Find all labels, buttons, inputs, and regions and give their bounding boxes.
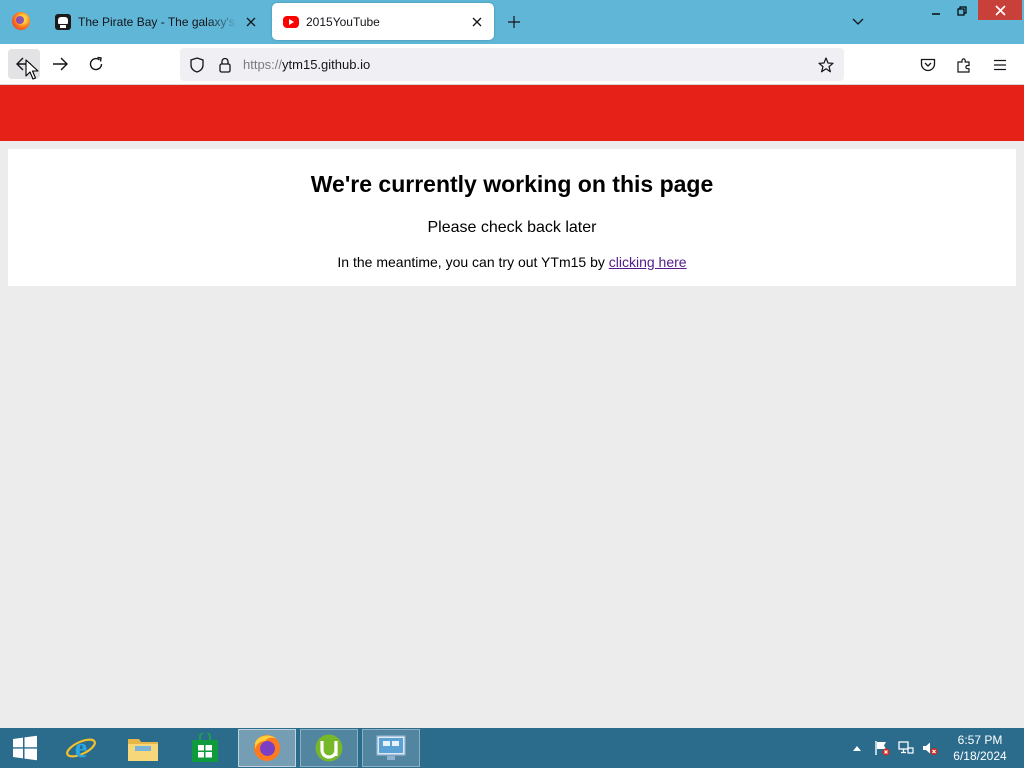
close-icon [472, 17, 482, 26]
tab-title: The Pirate Bay - The galaxy's most resil… [78, 14, 239, 29]
arrow-right-icon [53, 57, 68, 71]
show-hidden-icons-button[interactable] [848, 728, 866, 768]
notice-card: We're currently working on this page Ple… [8, 149, 1016, 286]
page-content: We're currently working on this page Ple… [0, 141, 1024, 728]
chevron-down-icon [852, 18, 864, 25]
firefox-view-button[interactable] [0, 0, 42, 42]
svg-text:e: e [75, 733, 87, 764]
windows-logo-icon [13, 735, 37, 761]
start-button[interactable] [0, 728, 50, 768]
plus-icon [508, 16, 520, 28]
internet-explorer-icon: e [66, 733, 96, 764]
meantime-message: In the meantime, you can try out YTm15 b… [8, 254, 1016, 270]
taskbar: e 6:57 PM 6/18/2024 [0, 728, 1024, 768]
site-security-lock-icon[interactable] [215, 55, 235, 75]
lock-icon [219, 57, 231, 73]
close-window-button[interactable] [978, 0, 1022, 20]
speaker-muted-icon [923, 742, 938, 755]
remote-desktop-taskbar-button[interactable] [362, 729, 420, 767]
firefox-icon [12, 12, 30, 30]
volume-tray-icon[interactable] [920, 728, 940, 768]
action-center-tray-icon[interactable] [872, 728, 892, 768]
close-icon [994, 4, 1006, 16]
star-icon [818, 57, 834, 73]
url-text[interactable]: https://ytm15.github.io [243, 57, 370, 72]
clock-time: 6:57 PM [957, 733, 1003, 747]
firefox-taskbar-button[interactable] [238, 729, 296, 767]
new-tab-button[interactable] [502, 10, 526, 34]
network-tray-icon[interactable] [896, 728, 916, 768]
url-bar[interactable]: https://ytm15.github.io [180, 48, 844, 81]
remote-desktop-icon [376, 735, 406, 760]
shield-icon [190, 57, 204, 73]
pocket-button[interactable] [916, 53, 940, 77]
tab-pirate-bay[interactable]: The Pirate Bay - The galaxy's most resil… [44, 3, 268, 40]
firefox-icon [254, 735, 280, 761]
close-tab-button[interactable] [465, 10, 489, 34]
chevron-up-icon [853, 745, 861, 751]
clicking-here-link[interactable]: clicking here [609, 254, 687, 270]
utorrent-icon [315, 734, 343, 762]
tab-title: 2015YouTube [306, 14, 380, 29]
navigation-toolbar: https://ytm15.github.io [0, 44, 1024, 85]
tab-strip: The Pirate Bay - The galaxy's most resil… [0, 0, 1024, 44]
application-menu-button[interactable] [988, 53, 1012, 77]
reload-icon [89, 56, 103, 71]
store-icon [192, 733, 218, 762]
page-heading: We're currently working on this page [310, 171, 714, 197]
system-clock[interactable]: 6:57 PM 6/18/2024 [944, 732, 1016, 764]
restore-button[interactable] [944, 0, 980, 22]
bookmark-star-button[interactable] [816, 55, 836, 75]
extensions-button[interactable] [952, 53, 976, 77]
meantime-text: In the meantime, you can try out YTm15 b… [337, 254, 609, 270]
tab-2015youtube[interactable]: 2015YouTube [272, 3, 494, 40]
restore-icon [957, 6, 967, 16]
forward-button[interactable] [44, 49, 76, 79]
minimize-icon [932, 13, 940, 15]
site-header-bar [0, 85, 1024, 141]
url-host: ytm15.github.io [282, 57, 371, 72]
tracking-protection-shield-icon[interactable] [187, 55, 207, 75]
close-icon [246, 17, 256, 26]
url-scheme: https:// [243, 57, 283, 72]
internet-explorer-taskbar-button[interactable]: e [52, 729, 110, 767]
pocket-icon [920, 58, 936, 72]
hamburger-menu-icon [994, 59, 1006, 71]
reload-button[interactable] [80, 49, 112, 79]
puzzle-piece-icon [957, 58, 970, 73]
list-all-tabs-button[interactable] [846, 10, 870, 34]
page-subheading: Please check back later [427, 219, 597, 236]
utorrent-taskbar-button[interactable] [300, 729, 358, 767]
close-tab-button[interactable] [239, 10, 263, 34]
file-explorer-taskbar-button[interactable] [114, 729, 172, 767]
youtube-icon [283, 15, 299, 28]
flag-warning-icon [875, 741, 890, 756]
pirate-ship-icon [55, 13, 71, 30]
file-explorer-icon [128, 739, 158, 761]
mouse-cursor-icon [25, 59, 39, 80]
clock-date: 6/18/2024 [953, 749, 1007, 763]
network-icon [898, 741, 914, 754]
store-taskbar-button[interactable] [176, 729, 234, 767]
